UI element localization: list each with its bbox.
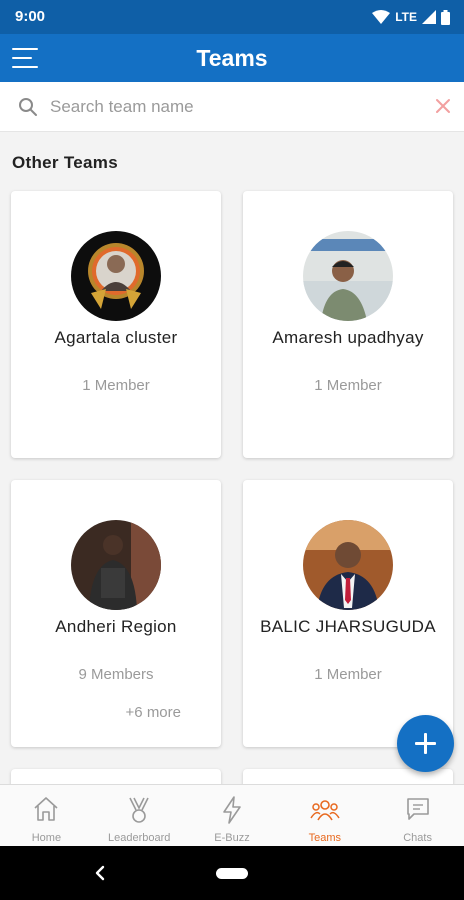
network-type: LTE: [395, 10, 417, 24]
search-input[interactable]: [50, 94, 420, 120]
team-name: Amaresh upadhyay: [272, 328, 424, 347]
team-name: Andheri Region: [55, 617, 177, 636]
team-card[interactable]: BALIC JHARSUGUDA 1 Member: [243, 480, 453, 747]
nav-item-leaderboard[interactable]: Leaderboard: [93, 785, 186, 846]
team-name: Agartala cluster: [54, 328, 178, 347]
nav-label: E-Buzz: [214, 832, 250, 844]
status-bar: 9:00 LTE: [0, 0, 464, 34]
bottom-nav: Home Leaderboard E-Buzz Teams Chats: [0, 784, 464, 846]
team-name: BALIC JHARSUGUDA: [260, 617, 436, 636]
nav-label: Teams: [308, 832, 341, 844]
page-title: Teams: [196, 45, 268, 71]
section-title: Other Teams: [12, 153, 118, 172]
nav-label: Chats: [403, 832, 432, 844]
lightning-icon: [223, 796, 241, 824]
clear-icon[interactable]: [434, 97, 452, 115]
battery-icon: [441, 9, 450, 25]
team-avatar: [303, 231, 393, 321]
team-avatar: [71, 231, 161, 321]
wifi-icon: [372, 10, 391, 24]
nav-item-home[interactable]: Home: [0, 785, 93, 846]
status-time: 9:00: [15, 8, 46, 25]
more-members-link[interactable]: +6 more: [126, 704, 181, 721]
team-card[interactable]: Agartala cluster 1 Member: [11, 191, 221, 458]
system-nav-bar: [0, 846, 464, 900]
search-bar: [0, 82, 464, 132]
team-icon: [310, 800, 340, 821]
status-icons: LTE: [372, 7, 450, 27]
nav-item-teams[interactable]: Teams: [278, 785, 371, 846]
chat-icon: [406, 798, 429, 820]
member-count: 1 Member: [314, 666, 382, 683]
signal-icon: [422, 10, 436, 24]
nav-label: Leaderboard: [108, 832, 171, 844]
member-count: 1 Member: [82, 377, 150, 394]
home-pill[interactable]: [216, 868, 248, 879]
back-icon[interactable]: [94, 865, 106, 881]
nav-item-ebuzz[interactable]: E-Buzz: [186, 785, 279, 846]
search-icon: [19, 98, 37, 116]
trophy-icon: [129, 797, 149, 823]
team-avatar: [303, 520, 393, 610]
team-card[interactable]: Andheri Region 9 Members +6 more: [11, 480, 221, 747]
team-card[interactable]: Amaresh upadhyay 1 Member: [243, 191, 453, 458]
add-team-button[interactable]: [397, 715, 454, 772]
nav-item-chats[interactable]: Chats: [371, 785, 464, 846]
nav-label: Home: [31, 832, 62, 844]
member-count: 1 Member: [314, 377, 382, 394]
team-avatar: [71, 520, 161, 610]
home-icon: [34, 797, 58, 821]
member-count: 9 Members: [78, 666, 154, 683]
app-bar: Teams: [0, 34, 464, 82]
